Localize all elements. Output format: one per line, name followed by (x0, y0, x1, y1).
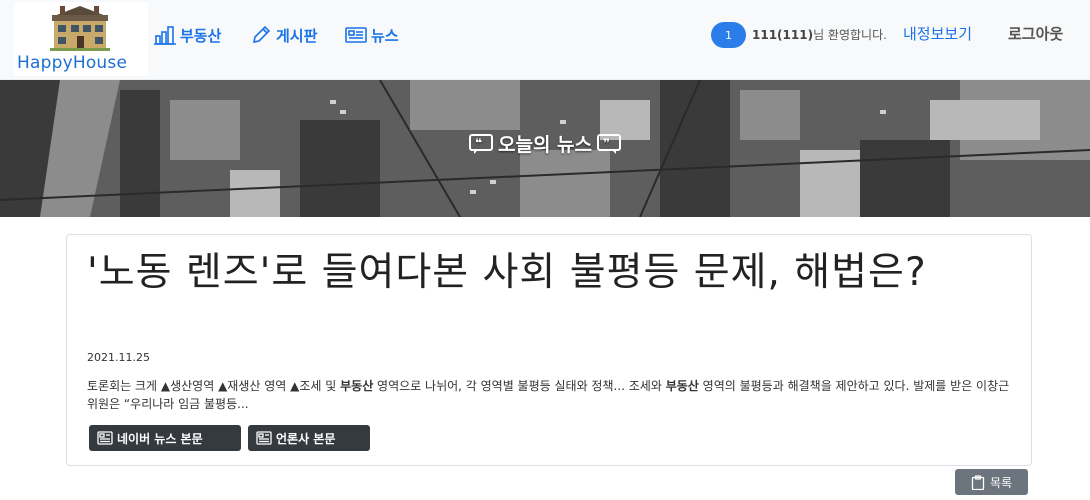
news-title[interactable]: '노동 렌즈'로 들여다본 사회 불평등 문제, 해법은? (87, 249, 1017, 297)
hero-banner: ❝ 오늘의 뉴스 ❞ (0, 80, 1090, 217)
quote-left-icon: ❝ (468, 133, 493, 154)
mypage-link[interactable]: 내정보보기 (903, 23, 972, 44)
welcome-text: 111(111)님 환영합니다. (752, 26, 887, 43)
hero-title-text: 오늘의 뉴스 (497, 134, 592, 156)
notification-badge[interactable]: 1 (711, 22, 746, 48)
list-button[interactable]: 목록 (955, 469, 1028, 495)
list-button-label: 목록 (989, 475, 1013, 490)
naver-news-button[interactable]: 네이버 뉴스 본문 (89, 425, 241, 451)
nav-board[interactable]: 게시판 (250, 24, 317, 46)
newspaper-icon (256, 431, 272, 445)
nav-news[interactable]: 뉴스 (345, 24, 399, 46)
press-article-label: 언론사 본문 (276, 431, 336, 446)
welcome-suffix: 님 환영합니다. (813, 28, 887, 42)
nav-realestate[interactable]: 부동산 (154, 24, 221, 46)
nav-board-label: 게시판 (276, 26, 318, 45)
quote-right-icon: ❞ (597, 133, 621, 154)
logo-text: HappyHouse (17, 53, 128, 73)
logo[interactable]: HappyHouse (14, 2, 148, 76)
naver-news-label: 네이버 뉴스 본문 (117, 431, 203, 446)
newspaper-icon (97, 431, 113, 445)
svg-text:❝: ❝ (475, 136, 482, 150)
nav-news-label: 뉴스 (371, 26, 399, 45)
house-logo-icon (50, 6, 110, 51)
pencil-icon (252, 25, 271, 44)
newspaper-icon (345, 27, 367, 43)
news-card: '노동 렌즈'로 들여다본 사회 불평등 문제, 해법은? 2021.11.25… (66, 234, 1032, 466)
news-date: 2021.11.25 (87, 351, 150, 364)
news-body: 토론회는 크게 ▲생산영역 ▲재생산 영역 ▲조세 및 부동산 영역으로 나뉘어… (87, 377, 1022, 413)
body-keyword-2: 부동산 (665, 379, 699, 393)
logout-link[interactable]: 로그아웃 (1008, 23, 1063, 44)
building-icon (154, 26, 176, 45)
nav-realestate-label: 부동산 (180, 26, 222, 45)
hero-title: ❝ 오늘의 뉴스 ❞ (0, 130, 1090, 157)
body-text-2: 영역으로 나뉘어, 각 영역별 불평등 실태와 정책... 조세와 (373, 379, 666, 393)
body-text-1: 토론회는 크게 ▲생산영역 ▲재생산 영역 ▲조세 및 (87, 379, 341, 393)
user-name: 111(111) (752, 28, 814, 42)
clipboard-icon (971, 474, 985, 490)
svg-text:❞: ❞ (603, 136, 610, 150)
top-navbar: HappyHouse 부동산 게시판 뉴스 1 111(111)님 환영합니다.… (0, 0, 1090, 80)
press-article-button[interactable]: 언론사 본문 (248, 425, 370, 451)
body-keyword-1: 부동산 (340, 379, 374, 393)
